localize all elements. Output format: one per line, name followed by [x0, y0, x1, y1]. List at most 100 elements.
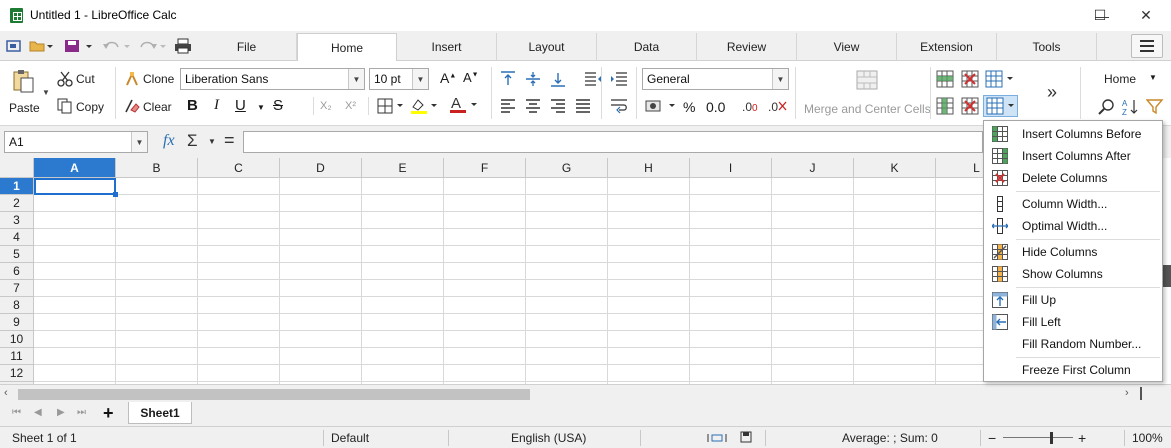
row-header[interactable]: 9 [0, 314, 34, 331]
justify-icon[interactable] [575, 98, 591, 117]
strikethrough-button[interactable]: S [273, 97, 283, 114]
highlight-color-icon[interactable] [410, 97, 440, 118]
style-dropdown[interactable]: Home [1104, 72, 1136, 86]
menu-item-show-columns[interactable]: Show Columns [984, 263, 1162, 285]
menu-item-delete-columns[interactable]: Delete Columns [984, 167, 1162, 189]
chevron-down-icon[interactable]: ▼ [772, 69, 788, 89]
formula-equals-icon[interactable]: = [224, 130, 235, 151]
add-decimal-icon[interactable]: .0 0 [742, 98, 762, 117]
column-header[interactable]: K [854, 158, 936, 178]
chevron-down-icon[interactable]: ▼ [412, 69, 428, 89]
row-header[interactable]: 7 [0, 280, 34, 297]
scroll-left-icon[interactable]: ‹ [4, 387, 8, 399]
column-header[interactable]: I [690, 158, 772, 178]
previous-sheet-icon[interactable]: ◀ [34, 407, 42, 418]
tab-data[interactable]: Data [597, 33, 697, 61]
zoom-in-button[interactable]: + [1078, 427, 1086, 448]
row-header[interactable]: 5 [0, 246, 34, 263]
delete-decimal-icon[interactable]: .0 [768, 98, 788, 117]
chevron-down-icon[interactable]: ▼ [348, 69, 364, 89]
menu-item-fill-random-number[interactable]: Fill Random Number... [984, 333, 1162, 355]
chevron-down-icon[interactable]: ▼ [131, 132, 147, 152]
clear-formatting-icon[interactable] [124, 98, 140, 117]
tab-tools[interactable]: Tools [997, 33, 1097, 61]
row-header[interactable]: 10 [0, 331, 34, 348]
rows-menu-icon[interactable] [985, 70, 1017, 91]
undo-icon[interactable] [100, 36, 134, 56]
tab-extension[interactable]: Extension [897, 33, 997, 61]
tab-home[interactable]: Home [297, 33, 397, 62]
row-header[interactable]: 4 [0, 229, 34, 246]
close-button[interactable]: ✕ [1123, 0, 1169, 31]
column-header[interactable]: F [444, 158, 526, 178]
maximize-button[interactable]: ☐ [1077, 0, 1123, 31]
menu-item-fill-left[interactable]: Fill Left [984, 311, 1162, 333]
clone-button[interactable]: Clone [143, 72, 174, 86]
scroll-right-icon[interactable]: › [1125, 387, 1129, 399]
copy-button[interactable]: Copy [76, 100, 104, 114]
italic-button[interactable]: I [214, 97, 219, 114]
sort-icon[interactable]: AZ [1121, 98, 1139, 119]
name-box[interactable]: A1 ▼ [4, 131, 148, 153]
page-style[interactable]: Default [331, 427, 369, 448]
align-right-icon[interactable] [550, 98, 566, 117]
subscript-button[interactable]: X₂ [320, 100, 332, 112]
formula-input[interactable] [243, 131, 983, 153]
insert-columns-icon[interactable] [936, 97, 954, 118]
selected-cell-cursor[interactable] [34, 178, 118, 197]
cell-area[interactable] [34, 178, 983, 384]
column-header[interactable]: J [772, 158, 854, 178]
zoom-slider-track[interactable] [1003, 437, 1073, 438]
menu-hamburger-button[interactable] [1131, 34, 1163, 58]
find-icon[interactable] [1098, 98, 1116, 119]
column-header[interactable]: B [116, 158, 198, 178]
style-chevron-down-icon[interactable]: ▼ [1149, 73, 1157, 82]
bold-button[interactable]: B [187, 97, 198, 114]
row-header[interactable]: 6 [0, 263, 34, 280]
zoom-level[interactable]: 100% [1132, 427, 1163, 448]
row-header[interactable]: 12 [0, 365, 34, 382]
row-header[interactable]: 1 [0, 178, 34, 195]
menu-item-insert-columns-after[interactable]: Insert Columns After [984, 145, 1162, 167]
new-document-icon[interactable] [4, 36, 24, 56]
zoom-out-button[interactable]: − [988, 427, 996, 448]
print-icon[interactable] [173, 36, 193, 56]
borders-icon[interactable] [377, 98, 405, 117]
columns-menu-button[interactable] [983, 95, 1018, 117]
align-center-vertical-icon[interactable] [525, 71, 541, 90]
function-wizard-icon[interactable]: fx [163, 132, 175, 150]
merge-center-button[interactable]: Merge and Center Cells [804, 102, 931, 116]
horizontal-scrollbar[interactable]: ‹ › [0, 384, 1171, 402]
paste-button[interactable]: Paste [9, 101, 40, 115]
align-center-icon[interactable] [525, 98, 541, 117]
column-header[interactable]: H [608, 158, 690, 178]
column-header[interactable]: A [34, 158, 116, 178]
first-sheet-icon[interactable]: ⏮ [12, 407, 21, 418]
decrease-font-size-icon[interactable]: A▼ [463, 70, 479, 85]
select-all-corner[interactable] [0, 158, 34, 178]
decimal-format-button[interactable]: 0.0 [706, 99, 725, 115]
more-options-chevron-icon[interactable]: » [1047, 82, 1057, 103]
menu-item-freeze-first-column[interactable]: Freeze First Column [984, 359, 1162, 381]
zoom-slider-thumb[interactable] [1050, 432, 1053, 444]
tab-view[interactable]: View [797, 33, 897, 61]
scroll-split-handle[interactable] [1140, 387, 1142, 400]
align-top-icon[interactable] [500, 71, 516, 90]
clone-formatting-icon[interactable] [124, 71, 140, 90]
underline-dropdown-arrow[interactable]: ▼ [257, 103, 265, 112]
clear-button[interactable]: Clear [143, 100, 172, 114]
tab-insert[interactable]: Insert [397, 33, 497, 61]
cut-button[interactable]: Cut [76, 72, 95, 86]
menu-item-hide-columns[interactable]: Hide Columns [984, 241, 1162, 263]
align-bottom-icon[interactable] [550, 71, 566, 90]
row-header[interactable]: 2 [0, 195, 34, 212]
menu-item-column-width[interactable]: Column Width... [984, 193, 1162, 215]
autofilter-icon[interactable] [1145, 98, 1164, 119]
sum-icon[interactable]: Σ [187, 131, 198, 151]
cut-icon[interactable] [57, 71, 73, 90]
menu-item-optimal-width[interactable]: Optimal Width... [984, 215, 1162, 237]
decrease-indent-icon[interactable] [584, 71, 602, 90]
tab-layout[interactable]: Layout [497, 33, 597, 61]
row-header[interactable]: 3 [0, 212, 34, 229]
save-icon[interactable] [62, 36, 96, 56]
